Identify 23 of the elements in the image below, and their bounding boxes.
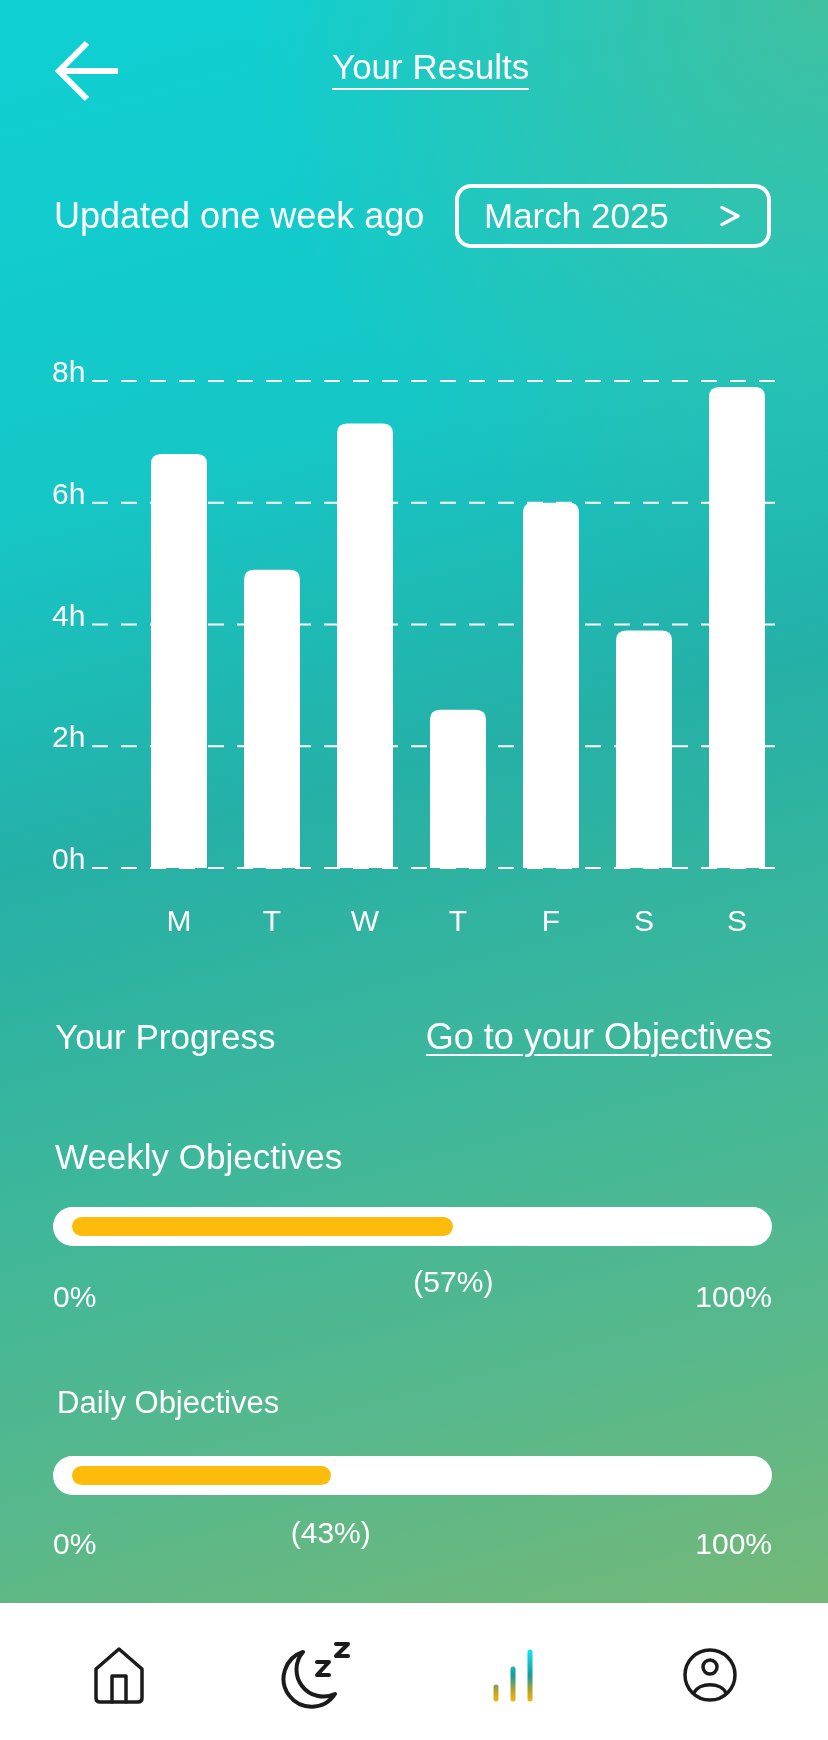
objective-label: Weekly Objectives xyxy=(55,1136,343,1178)
axis-label: 8h xyxy=(52,355,86,388)
axis-label: 2h xyxy=(52,720,86,754)
section-title: Your Progress xyxy=(55,1016,276,1058)
progress-percent: (57%) xyxy=(413,1264,494,1300)
day-label: S xyxy=(727,904,747,937)
scale-max-label: 100% xyxy=(695,1279,772,1315)
day-label: W xyxy=(350,904,380,937)
scale-min-label: 0% xyxy=(53,1279,97,1315)
updated-text: Updated one week ago xyxy=(54,195,425,237)
axis-label: 4h xyxy=(52,598,86,632)
objective-label: Daily Objectives xyxy=(57,1384,280,1422)
progress-percent: (43%) xyxy=(290,1515,371,1551)
page-title: Your Results xyxy=(332,48,530,90)
axis-label: 0h xyxy=(52,842,86,875)
day-label: F xyxy=(541,904,561,937)
scale-min-label: 0% xyxy=(53,1526,97,1562)
scale-max-label: 100% xyxy=(695,1526,772,1562)
day-label: T xyxy=(262,904,282,937)
day-label: M xyxy=(166,904,192,937)
axis-label: 6h xyxy=(52,476,86,510)
day-label: S xyxy=(634,904,654,937)
day-label: T xyxy=(448,904,468,937)
